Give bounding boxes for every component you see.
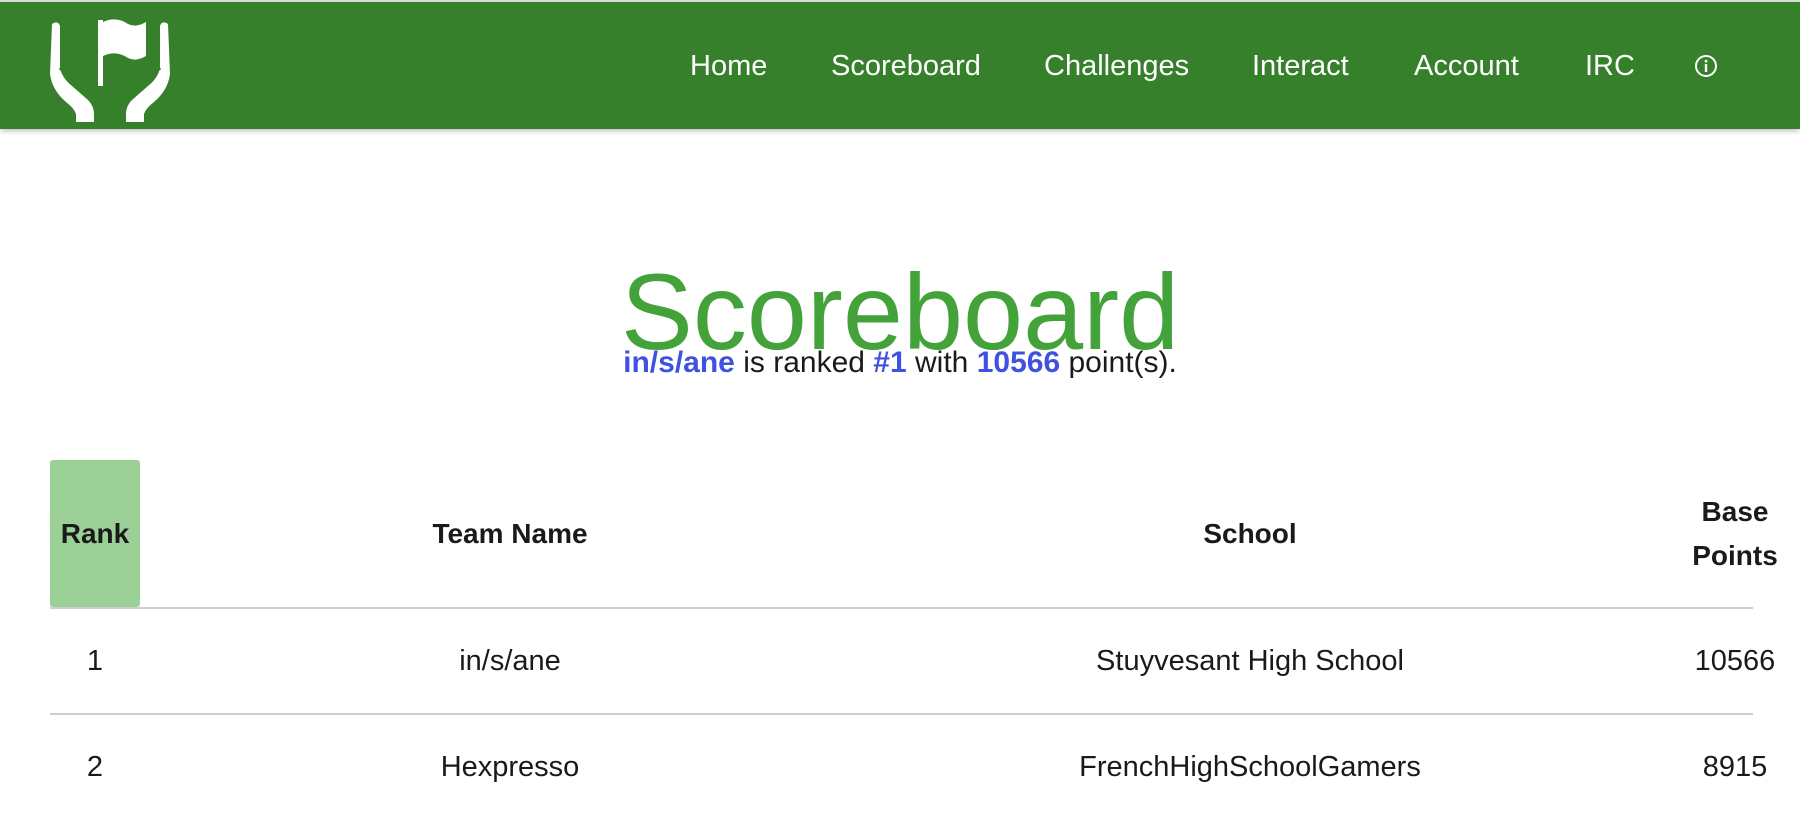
table-row: 2 Hexpresso FrenchHighSchoolGamers 8915 (50, 715, 1767, 819)
summary-points: 10566 (976, 346, 1061, 379)
row-points: 10566 (1694, 644, 1776, 677)
navbar: Home Scoreboard Challenges Interact Acco… (0, 2, 1800, 129)
nav-account[interactable]: Account (1414, 49, 1519, 83)
nav-interact[interactable]: Interact (1252, 49, 1349, 83)
row-points: 8915 (1702, 750, 1768, 783)
row-school: Stuyvesant High School (1096, 644, 1404, 677)
summary-text-ranked: is ranked (743, 346, 865, 379)
hands-holding-flag-icon[interactable] (46, 16, 174, 124)
table-row: 1 in/s/ane Stuyvesant High School 10566 (50, 609, 1775, 713)
info-circle-icon[interactable] (1694, 54, 1718, 78)
nav-challenges[interactable]: Challenges (1044, 49, 1189, 83)
column-header-base-points[interactable]: Base Points (1650, 460, 1800, 607)
column-header-team-name[interactable]: Team Name (190, 460, 830, 607)
summary-text-with: with (915, 346, 969, 379)
nav-home[interactable]: Home (690, 49, 767, 83)
summary-rank: #1 (873, 346, 907, 379)
column-header-base-points-line2: Points (1692, 539, 1778, 571)
nav-scoreboard[interactable]: Scoreboard (831, 49, 981, 83)
row-rank: 2 (86, 750, 104, 783)
summary-points-suffix: point(s). (1068, 346, 1177, 379)
row-rank: 1 (86, 644, 104, 677)
column-header-base-points-line1: Base (1701, 495, 1769, 527)
row-school: FrenchHighSchoolGamers (1079, 750, 1421, 783)
summary-team-name[interactable]: in/s/ane (623, 346, 735, 379)
row-team-name[interactable]: Hexpresso (190, 715, 830, 819)
nav-irc[interactable]: IRC (1585, 49, 1635, 83)
column-header-school[interactable]: School (870, 460, 1630, 607)
column-header-rank[interactable]: Rank (50, 460, 140, 607)
rank-summary: in/s/ane is ranked #1 with 10566 point(s… (0, 344, 1800, 382)
row-team-name[interactable]: in/s/ane (190, 609, 830, 713)
